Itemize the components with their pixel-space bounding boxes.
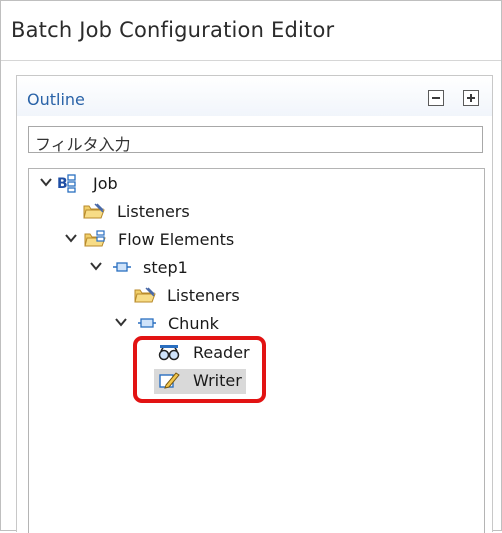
chevron-down-icon[interactable] <box>64 231 78 245</box>
tree-item-label: Listeners <box>167 286 240 305</box>
chunk-icon <box>138 318 156 328</box>
annotation-highlight-box <box>133 336 266 403</box>
outline-title[interactable]: Outline <box>27 90 85 109</box>
collapse-all-icon[interactable] <box>428 90 444 106</box>
tree-item-label: step1 <box>143 258 188 277</box>
job-icon: B <box>57 174 76 193</box>
chevron-down-icon[interactable] <box>89 259 103 273</box>
chevron-down-icon[interactable] <box>114 315 128 329</box>
title-divider <box>1 60 501 61</box>
flow-elements-folder-icon <box>84 230 106 247</box>
listeners-folder-icon <box>83 203 105 219</box>
step-icon <box>113 262 131 272</box>
tree-item-flow-elements[interactable]: Flow Elements <box>64 227 264 253</box>
chevron-down-icon[interactable] <box>39 175 53 189</box>
tree-item-job[interactable]: B Job <box>39 171 139 197</box>
tree-item-label: Listeners <box>117 202 190 221</box>
outline-panel: Outline フィルタ入力 <box>16 75 493 533</box>
editor-title: Batch Job Configuration Editor <box>11 18 335 42</box>
tree-item-step1[interactable]: step1 <box>89 255 209 281</box>
listeners-folder-icon <box>134 287 156 303</box>
tree-item-chunk[interactable]: Chunk <box>114 311 234 337</box>
tree-item-label: Job <box>93 174 118 193</box>
tree-item-label: Flow Elements <box>118 230 235 249</box>
expand-all-icon[interactable] <box>463 90 479 106</box>
outline-header: Outline <box>17 76 492 116</box>
tree-item-step-listeners[interactable]: Listeners <box>134 283 254 309</box>
svg-text:B: B <box>57 176 68 192</box>
filter-input[interactable]: フィルタ入力 <box>28 126 483 154</box>
tree-item-label: Chunk <box>168 314 219 333</box>
tree-item-listeners[interactable]: Listeners <box>83 199 203 225</box>
editor-window: Batch Job Configuration Editor Outline フ… <box>0 0 502 533</box>
